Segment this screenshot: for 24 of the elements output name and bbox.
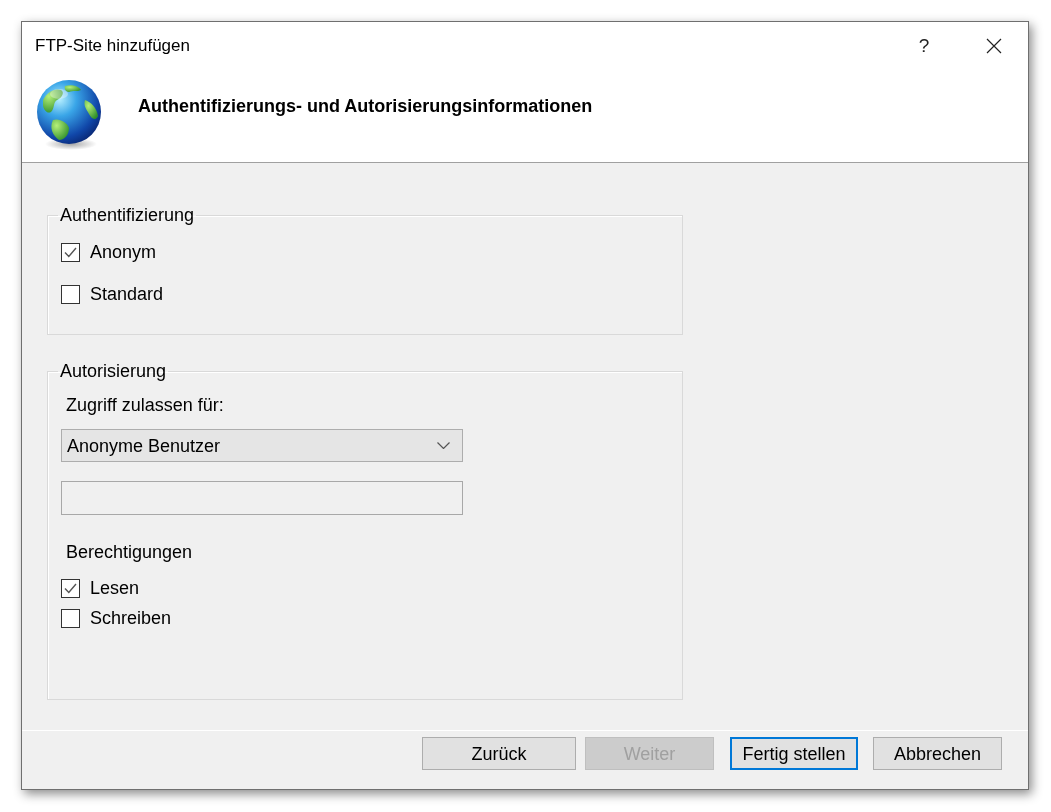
checkmark-icon: [64, 246, 77, 258]
checkmark-icon: [64, 582, 77, 594]
close-icon: [986, 37, 1002, 54]
dialog-button[interactable]: Abbrechen: [873, 737, 1002, 770]
dialog-button[interactable]: Fertig stellen: [730, 737, 858, 770]
group-box-title: Autorisierung: [59, 360, 168, 382]
help-button[interactable]: ?: [902, 29, 946, 62]
page-heading: Authentifizierungs- und Autorisierungsinformationen: [138, 95, 593, 117]
section-label: Berechtigungen: [66, 541, 193, 563]
globe-icon: [35, 78, 103, 150]
window-title: FTP-Site hinzufügen: [35, 34, 190, 57]
access-dropdown[interactable]: Anonyme Benutzer: [61, 429, 463, 462]
checkbox[interactable]: [61, 242, 80, 262]
checkbox[interactable]: [61, 608, 80, 628]
checkbox-label: Anonym: [90, 241, 157, 263]
checkbox-label: Lesen: [90, 577, 140, 599]
checkbox[interactable]: [61, 284, 80, 304]
checkbox[interactable]: [61, 578, 80, 598]
field-label: Zugriff zulassen für:: [66, 394, 224, 416]
dialog-button[interactable]: Zurück: [422, 737, 576, 770]
group-box-title: Authentifizierung: [59, 204, 196, 226]
checkbox-label: Standard: [90, 283, 164, 305]
chevron-down-icon: [437, 442, 450, 449]
checkbox-label: Schreiben: [90, 607, 172, 629]
